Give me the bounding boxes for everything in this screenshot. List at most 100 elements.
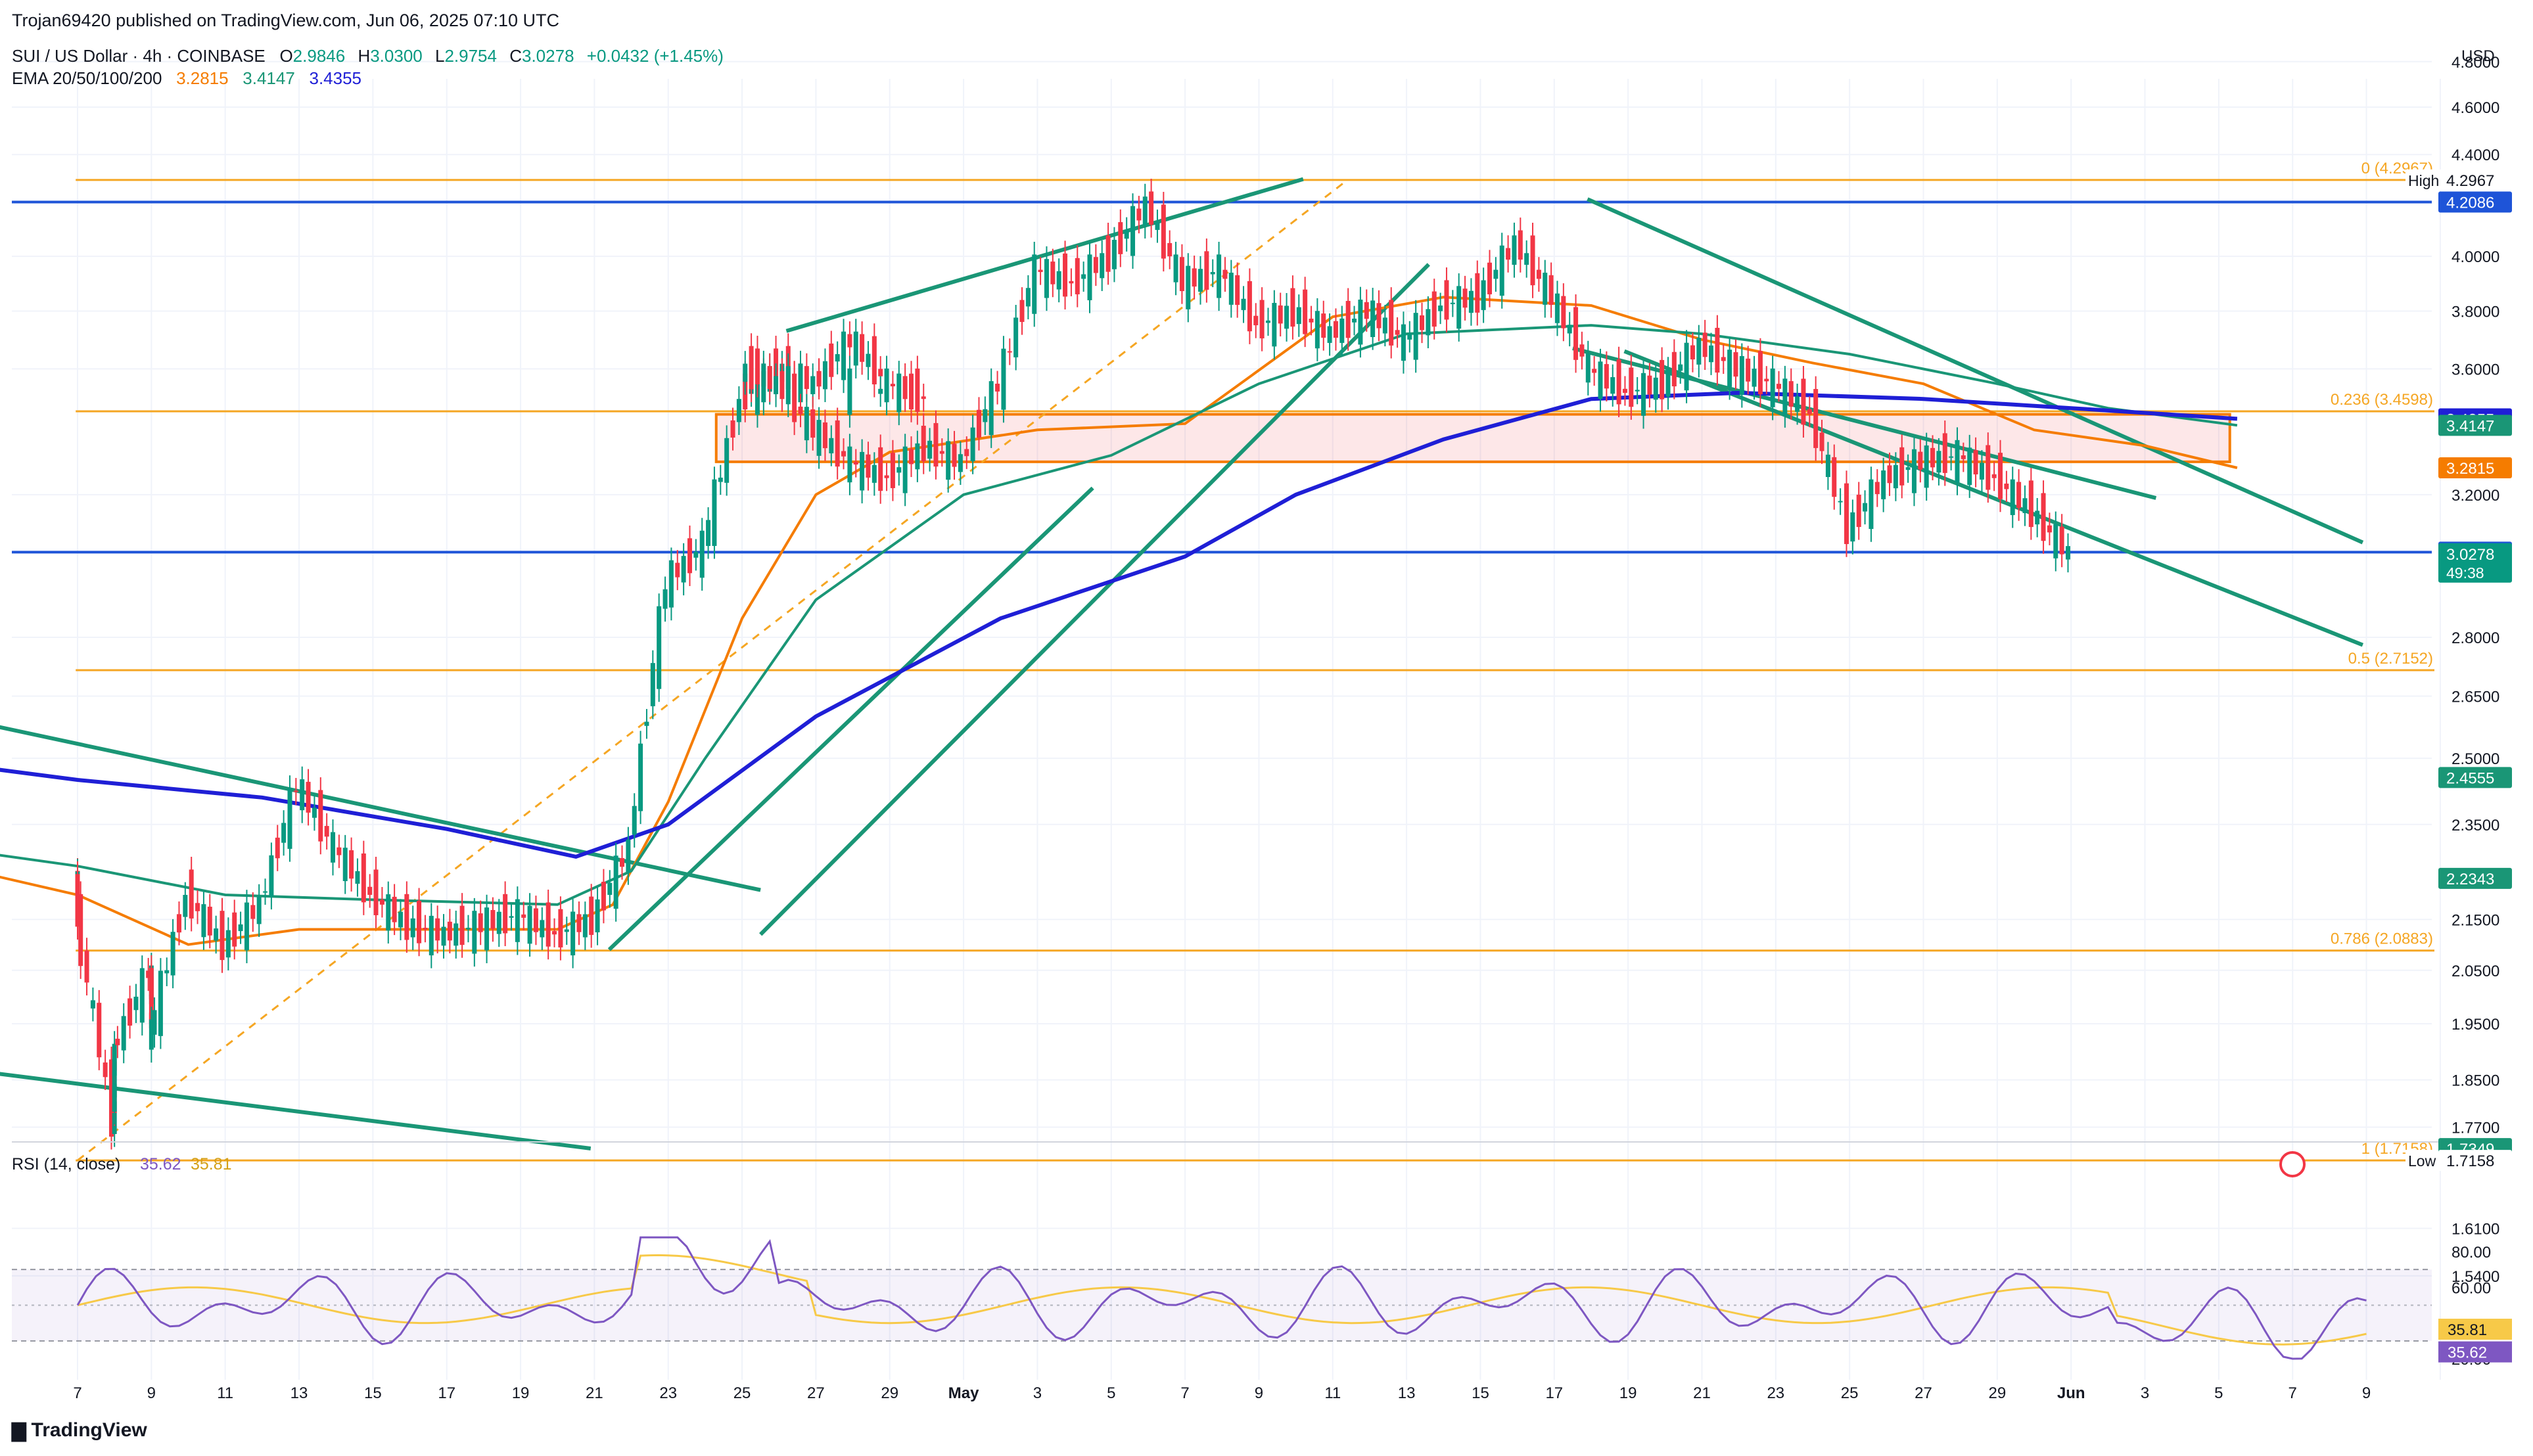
currency-label[interactable]: USD — [2461, 47, 2495, 66]
candle-body — [841, 331, 847, 380]
candle-body — [1733, 352, 1738, 377]
candle-body — [1303, 289, 1308, 334]
ema-legend[interactable]: EMA 20/50/100/200 3.2815 3.4147 3.4355 — [12, 68, 361, 89]
date-axis-tick: 25 — [733, 1384, 751, 1402]
candle-body — [607, 882, 613, 895]
candle-body — [164, 970, 170, 974]
candle-body — [1813, 389, 1819, 448]
date-axis-tick: 29 — [881, 1384, 898, 1402]
candle-body — [1290, 288, 1295, 327]
candle-body — [1333, 321, 1338, 338]
date-axis-tick: 5 — [2214, 1384, 2223, 1402]
candle-body — [946, 441, 951, 480]
candle-body — [1382, 317, 1387, 334]
candle-body — [1702, 332, 1708, 357]
candle-body — [1561, 296, 1566, 329]
candle-body — [1844, 483, 1849, 545]
date-axis-tick: 13 — [1398, 1384, 1416, 1402]
candle-body — [632, 806, 637, 835]
candle-body — [1899, 447, 1905, 486]
fib-level-label: 0.5 (2.7152) — [2348, 650, 2433, 668]
candle-body — [1241, 298, 1246, 310]
candle-body — [1893, 465, 1898, 489]
price-axis-tick: 3.2000 — [2452, 487, 2499, 505]
candle-body — [281, 823, 287, 843]
candle-body — [207, 906, 212, 936]
candle-body — [1863, 503, 1868, 512]
candle-body — [1278, 305, 1283, 324]
candle-body — [1955, 440, 1960, 483]
candle-body — [1696, 338, 1702, 365]
candle-body — [1444, 280, 1449, 320]
candle-body — [1911, 449, 1917, 493]
candle-body — [1025, 288, 1031, 307]
candle-body — [1019, 300, 1025, 322]
candle-body — [1548, 275, 1554, 306]
candle-body — [1038, 269, 1043, 273]
symbol-legend[interactable]: SUI / US Dollar · 4h · COINBASE O2.9846 … — [12, 46, 732, 66]
candle-body — [835, 420, 840, 467]
ema50-value: 3.4147 — [243, 68, 295, 88]
candle-body — [847, 446, 852, 483]
candle-body — [1167, 242, 1173, 257]
rsi-axis-tick: 80.00 — [2452, 1244, 2491, 1262]
candle-body — [1752, 369, 1757, 387]
trendline — [0, 1072, 592, 1150]
candle-body — [1973, 450, 1978, 475]
candle-body — [139, 968, 145, 1023]
candle-body — [404, 894, 409, 940]
candle-body — [112, 1043, 117, 1076]
candle-body — [540, 920, 545, 938]
candle-body — [1056, 271, 1061, 290]
candle-body — [1204, 251, 1209, 290]
candle-body — [1272, 303, 1277, 347]
candle-body — [853, 331, 858, 366]
candle-body — [847, 334, 852, 348]
candle-body — [1801, 378, 1806, 425]
candle-body — [841, 451, 847, 457]
candle-body — [804, 366, 809, 390]
date-axis-tick: 25 — [1841, 1384, 1859, 1402]
candle-body — [743, 363, 748, 382]
candle-body — [1118, 222, 1123, 254]
candle-body — [1364, 302, 1369, 319]
candle-body — [662, 589, 668, 609]
candle-body — [1192, 268, 1197, 287]
candle-body — [1905, 467, 1911, 470]
candle-body — [595, 899, 600, 932]
price-badge-tag: High — [2408, 172, 2439, 189]
candle-body — [349, 850, 354, 879]
candle-body — [1493, 269, 1499, 279]
candle-body — [724, 438, 730, 483]
candle-body — [484, 907, 490, 951]
candle-body — [1321, 313, 1326, 338]
candle-body — [509, 916, 514, 918]
candle-body — [1856, 494, 1861, 528]
candle-body — [1991, 474, 1997, 478]
candle-body — [121, 1016, 126, 1051]
candle-body — [1228, 273, 1234, 305]
candle-body — [884, 368, 889, 403]
candle-body — [1739, 355, 1744, 395]
candle-body — [1395, 330, 1400, 335]
candle-body — [576, 914, 582, 932]
price-axis-tick: 1.8500 — [2452, 1072, 2499, 1090]
candle-body — [1314, 311, 1320, 349]
date-axis-tick: 17 — [438, 1384, 455, 1402]
candle-body — [1222, 269, 1228, 279]
candle-body — [195, 903, 200, 911]
candle-body — [1770, 368, 1775, 407]
candle-body — [1967, 447, 1972, 486]
candle-body — [1610, 377, 1615, 394]
candle-body — [958, 454, 963, 472]
candle-body — [970, 427, 975, 462]
candle-body — [1352, 318, 1357, 323]
chart[interactable]: 0 (4.2967)0.236 (3.4598)0.5 (2.7152)0.78… — [0, 0, 2533, 1456]
candle-body — [189, 869, 194, 919]
candle-body — [256, 897, 262, 924]
price-badge-label: 4.2967 — [2446, 172, 2494, 190]
date-axis-tick: 9 — [2362, 1384, 2371, 1402]
candle-body — [1665, 369, 1671, 397]
countdown-label: 49:38 — [2446, 564, 2484, 581]
candle-body — [871, 465, 877, 483]
